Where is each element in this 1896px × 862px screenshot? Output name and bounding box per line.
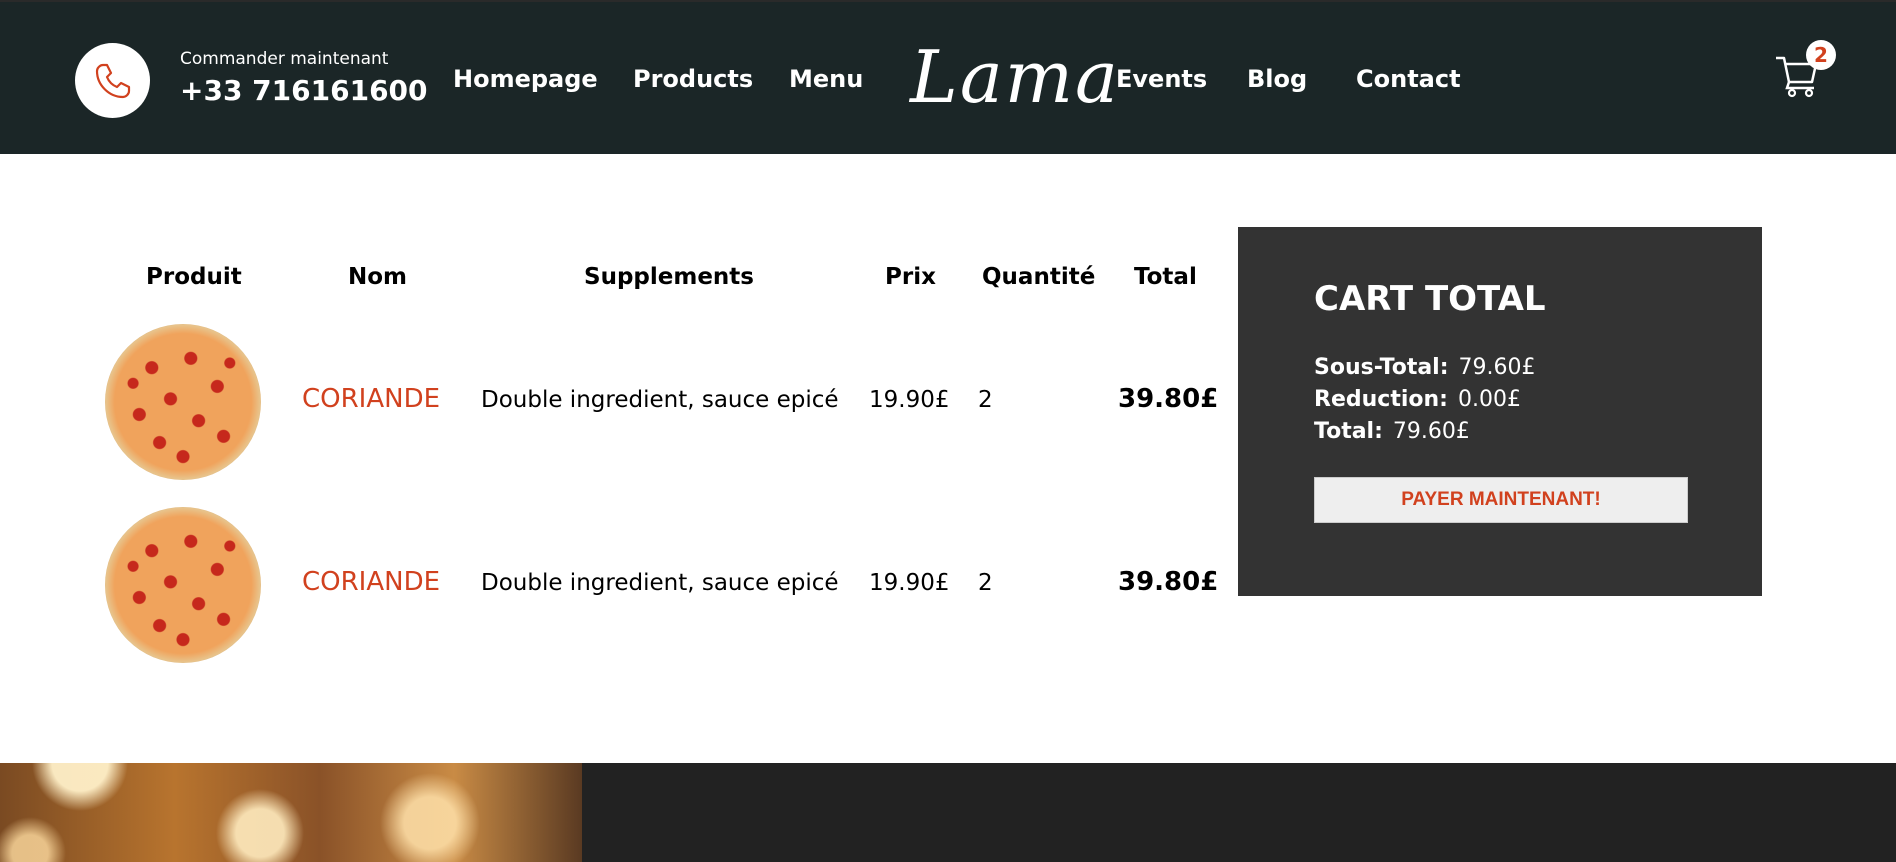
- product-price: 19.90£: [869, 387, 950, 413]
- nav-products[interactable]: Products: [633, 64, 753, 94]
- table-row: CORIANDE Double ingredient, sauce epicé …: [0, 322, 1230, 482]
- product-price: 19.90£: [869, 570, 950, 596]
- top-navbar: Commander maintenant +33 716161600 Homep…: [0, 0, 1896, 154]
- product-name[interactable]: CORIANDE: [302, 567, 440, 597]
- pay-now-button[interactable]: PAYER MAINTENANT!: [1314, 477, 1688, 523]
- header-supplements: Supplements: [584, 264, 754, 290]
- nav-contact[interactable]: Contact: [1356, 64, 1461, 94]
- product-total: 39.80£: [1118, 567, 1219, 597]
- discount-line: Reduction: 0.00£: [1314, 386, 1521, 414]
- nav-homepage[interactable]: Homepage: [453, 64, 598, 94]
- subtotal-value: 79.60£: [1458, 355, 1536, 380]
- discount-label: Reduction:: [1314, 387, 1448, 412]
- cart-total-title: CART TOTAL: [1314, 279, 1546, 319]
- header-nom: Nom: [348, 264, 408, 290]
- subtotal-label: Sous-Total:: [1314, 355, 1449, 380]
- discount-value: 0.00£: [1457, 387, 1521, 412]
- nav-menu[interactable]: Menu: [789, 64, 863, 94]
- product-total: 39.80£: [1118, 384, 1219, 414]
- total-label: Total:: [1314, 419, 1383, 444]
- subtotal-line: Sous-Total: 79.60£: [1314, 354, 1536, 382]
- footer: [0, 763, 1896, 862]
- nav-events[interactable]: Events: [1116, 64, 1207, 94]
- logo[interactable]: Lama: [910, 32, 1120, 122]
- product-quantity: 2: [978, 570, 993, 596]
- cart-total-panel: CART TOTAL Sous-Total: 79.60£ Reduction: 0…: [1238, 227, 1762, 596]
- pizza-image: [105, 324, 261, 480]
- product-supplements: Double ingredient, sauce epicé: [481, 387, 839, 413]
- order-now-label: Commander maintenant: [180, 49, 389, 69]
- footer-background-image: [0, 763, 582, 862]
- header-prix: Prix: [885, 264, 936, 290]
- header-total: Total: [1134, 264, 1197, 290]
- table-row: CORIANDE Double ingredient, sauce epicé …: [0, 505, 1230, 665]
- pizza-image: [105, 507, 261, 663]
- total-value: 79.60£: [1392, 419, 1470, 444]
- phone-icon: [95, 63, 131, 99]
- cart-count-badge: 2: [1806, 40, 1836, 70]
- total-line: Total: 79.60£: [1314, 418, 1470, 446]
- header-quantite: Quantité: [982, 264, 1096, 290]
- nav-blog[interactable]: Blog: [1247, 64, 1307, 94]
- product-quantity: 2: [978, 387, 993, 413]
- phone-button[interactable]: [75, 43, 150, 118]
- product-supplements: Double ingredient, sauce epicé: [481, 570, 839, 596]
- header-produit: Produit: [146, 264, 242, 290]
- phone-number: +33 716161600: [180, 74, 428, 107]
- product-name[interactable]: CORIANDE: [302, 384, 440, 414]
